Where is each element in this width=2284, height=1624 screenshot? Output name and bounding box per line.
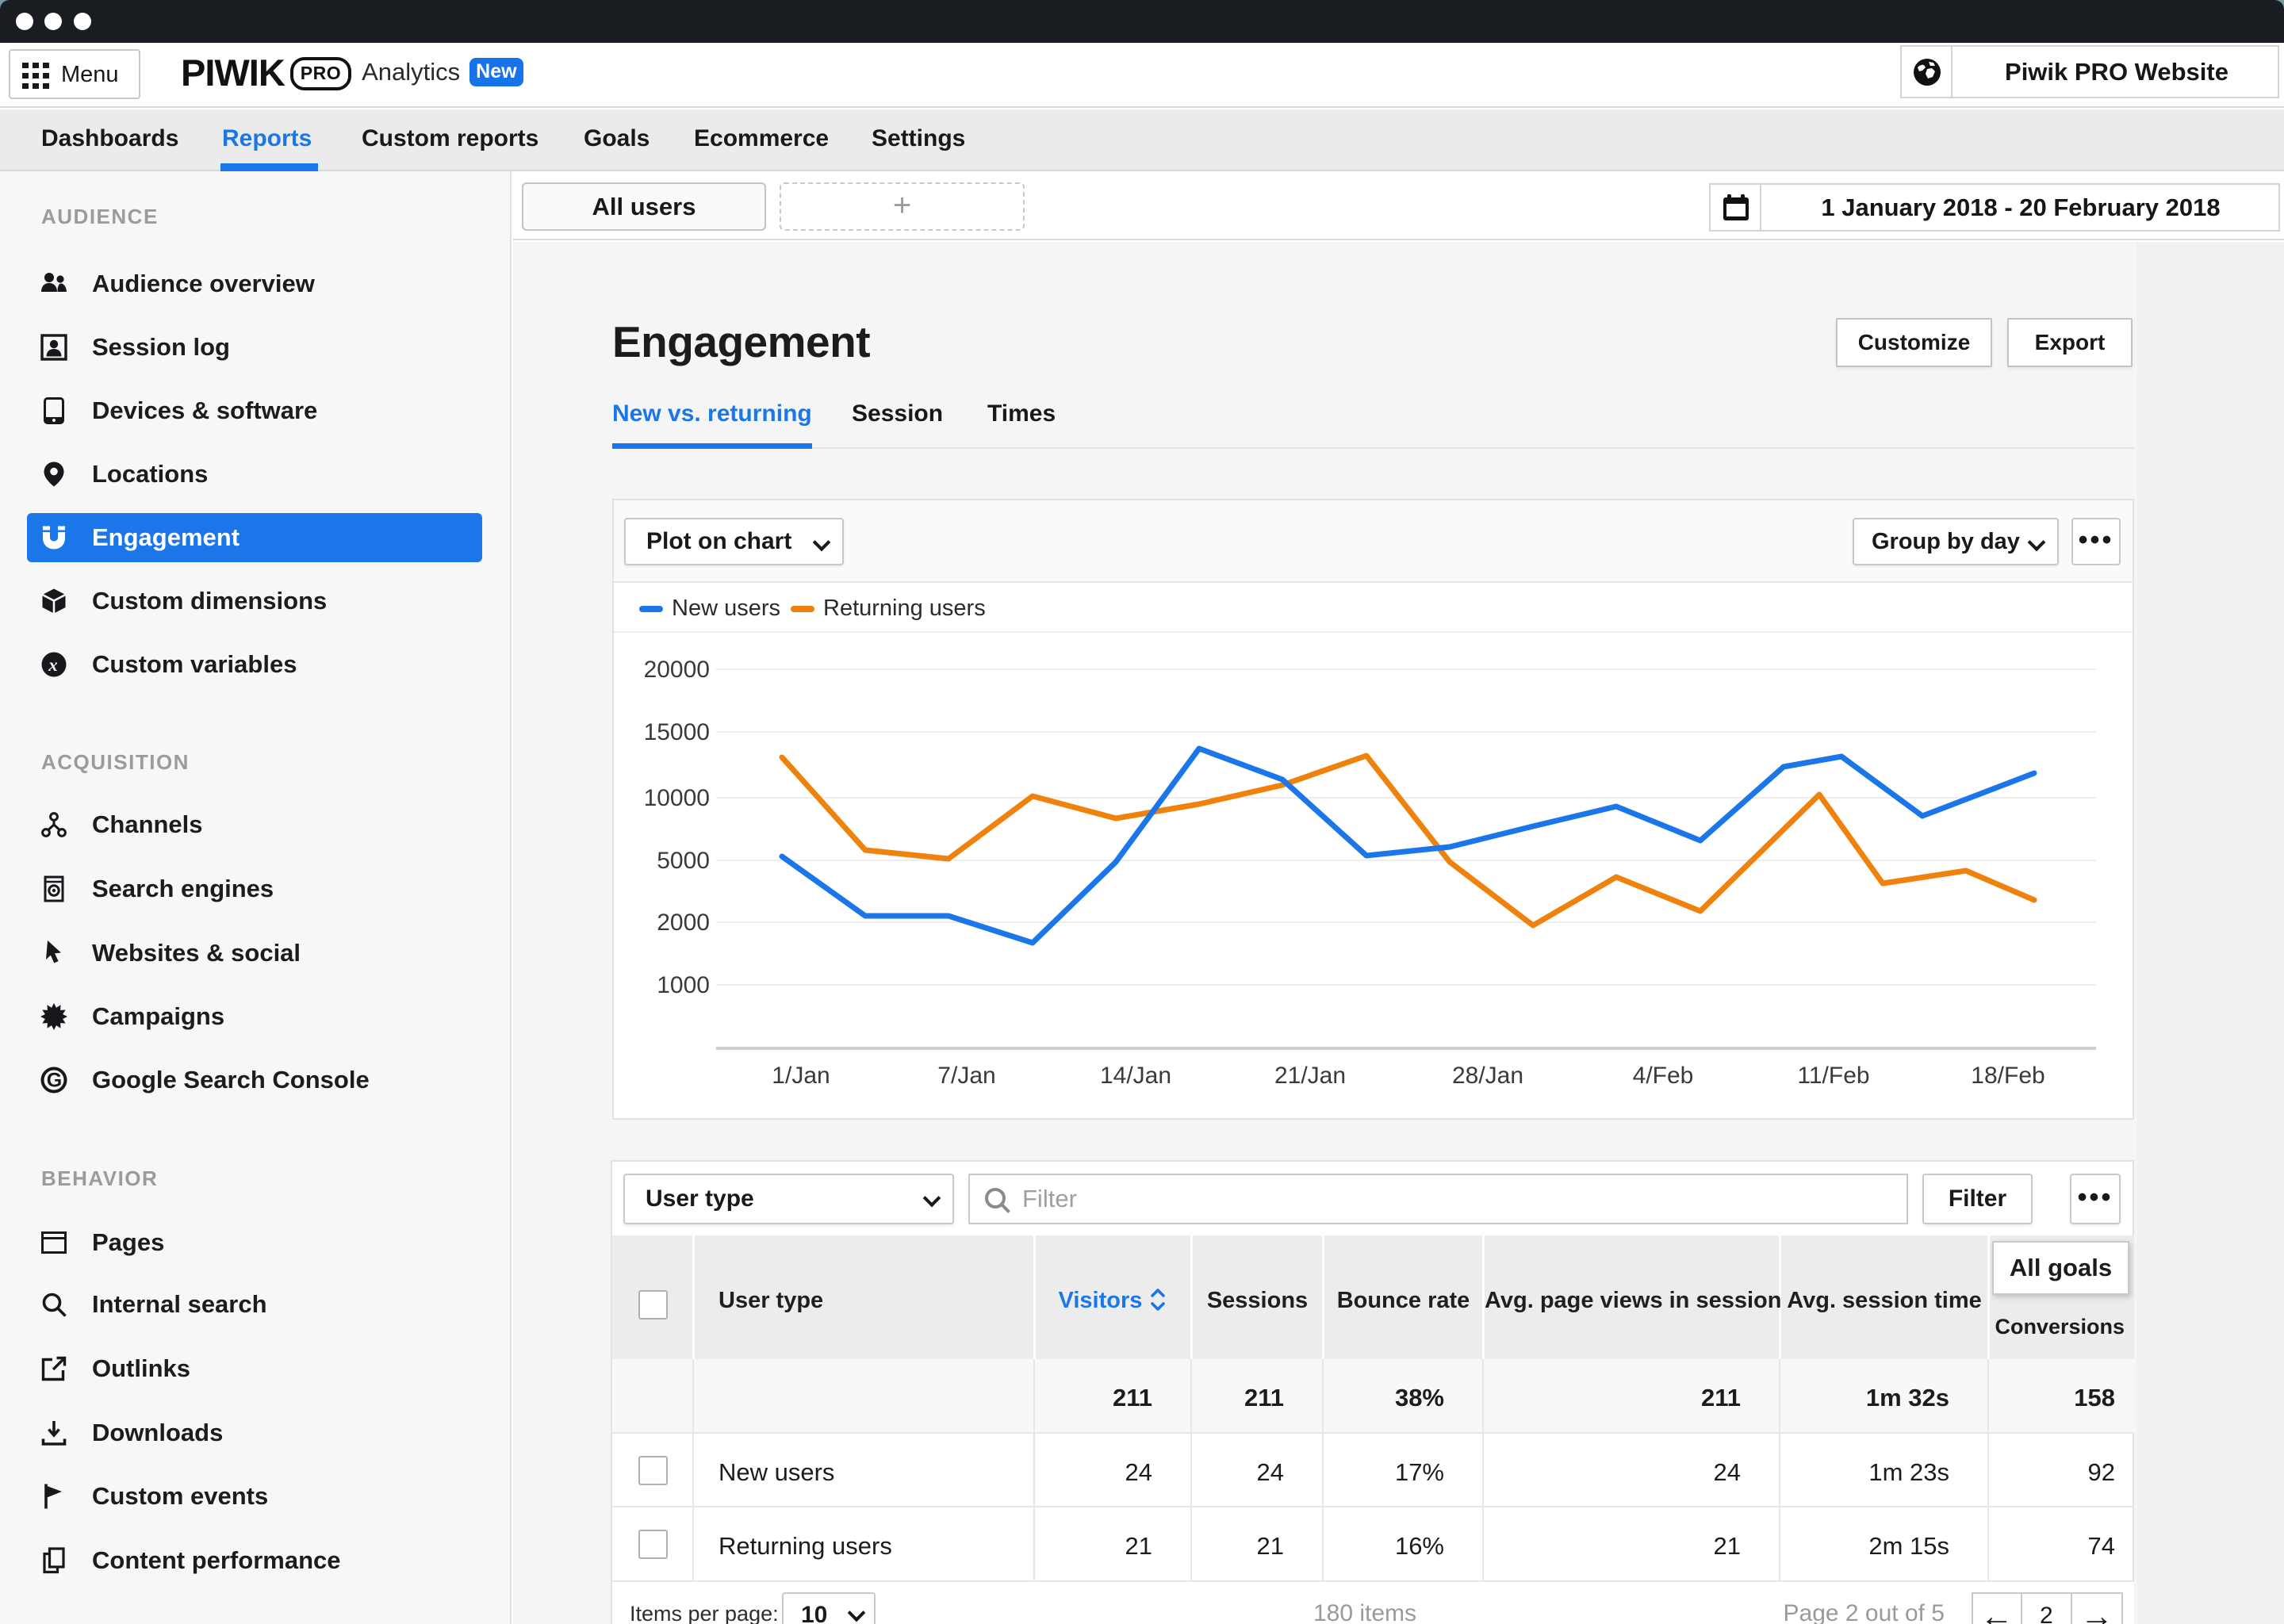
svg-text:1000: 1000 — [657, 972, 710, 998]
svg-text:28/Jan: 28/Jan — [1452, 1063, 1523, 1089]
svg-text:21/Jan: 21/Jan — [1274, 1063, 1346, 1089]
svg-text:1/Jan: 1/Jan — [772, 1063, 830, 1089]
svg-text:4/Feb: 4/Feb — [1633, 1063, 1694, 1089]
svg-text:5000: 5000 — [657, 848, 710, 874]
svg-text:15000: 15000 — [644, 719, 710, 745]
svg-text:14/Jan: 14/Jan — [1100, 1063, 1171, 1089]
svg-text:11/Feb: 11/Feb — [1797, 1063, 1869, 1089]
svg-text:10000: 10000 — [644, 785, 710, 811]
svg-text:G: G — [47, 1070, 62, 1092]
svg-text:2000: 2000 — [657, 910, 710, 936]
svg-text:20000: 20000 — [644, 657, 710, 683]
svg-text:7/Jan: 7/Jan — [937, 1063, 995, 1089]
svg-text:x: x — [48, 655, 58, 675]
svg-text:18/Feb: 18/Feb — [1971, 1063, 2044, 1089]
